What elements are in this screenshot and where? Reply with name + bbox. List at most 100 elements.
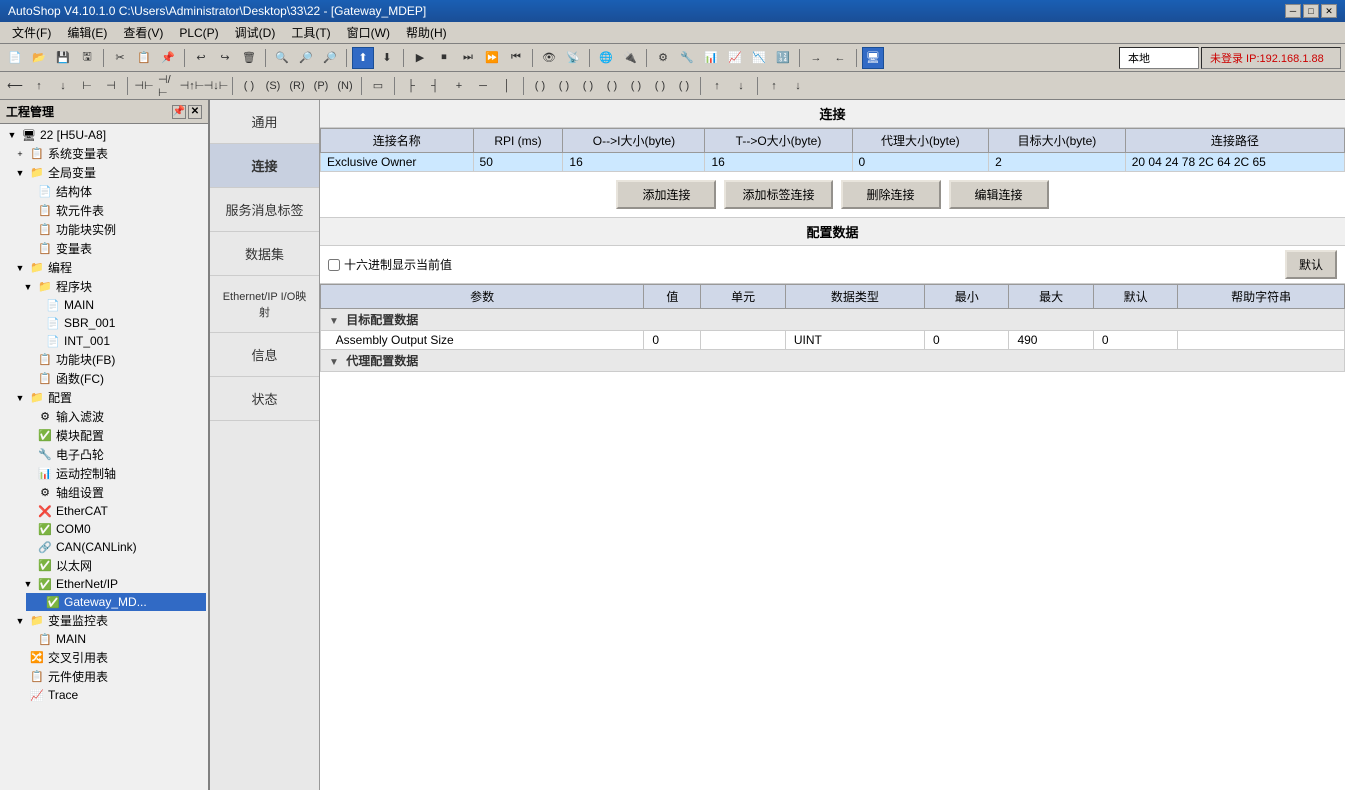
tree-node-struct[interactable]: 📄 结构体 (18, 182, 206, 201)
expand-gateway[interactable] (28, 597, 44, 607)
edit-connection-button[interactable]: 编辑连接 (949, 180, 1049, 209)
expand-softelem[interactable] (20, 206, 36, 216)
tree-node-main[interactable]: 📄 MAIN (26, 296, 206, 314)
tb-find3[interactable]: 🔎 (319, 47, 341, 69)
tree-node-fb[interactable]: 📋 功能块(FB) (18, 350, 206, 369)
tree-node-config[interactable]: ▼ 📁 配置 (10, 388, 206, 407)
tb-config[interactable]: ⚙ (652, 47, 674, 69)
expand-elemuse[interactable] (12, 672, 28, 682)
expand-trace[interactable] (12, 690, 28, 700)
tb2-special7[interactable]: ( ) (673, 75, 695, 97)
tb-save2[interactable]: 🖫 (76, 47, 98, 69)
tb2-special5[interactable]: ( ) (625, 75, 647, 97)
expand-fb[interactable] (20, 355, 36, 365)
tb-download[interactable]: ⬇ (376, 47, 398, 69)
table-row[interactable]: Exclusive Owner 50 16 16 0 2 20 04 24 78… (321, 153, 1345, 172)
tb2-special3[interactable]: ( ) (577, 75, 599, 97)
expand-inputfilter[interactable] (20, 412, 36, 422)
tree-node-progblock[interactable]: ▼ 📁 程序块 (18, 277, 206, 296)
menu-tools[interactable]: 工具(T) (283, 22, 338, 43)
tree-node-inputfilter[interactable]: ⚙ 输入滤波 (18, 407, 206, 426)
add-connection-button[interactable]: 添加连接 (616, 180, 716, 209)
menu-file[interactable]: 文件(F) (4, 22, 59, 43)
expand-fc[interactable] (20, 374, 36, 384)
nav-info[interactable]: 信息 (210, 333, 319, 377)
tb-new[interactable]: 📄 (4, 47, 26, 69)
tree-node-root[interactable]: ▼ 🖥 22 [H5U-A8] (2, 126, 206, 144)
tb-config5[interactable]: 📉 (748, 47, 770, 69)
close-button[interactable]: ✕ (1321, 4, 1337, 18)
tb2-h2[interactable]: ┤ (424, 75, 446, 97)
nav-status[interactable]: 状态 (210, 377, 319, 421)
collapse-target[interactable]: ▼ (329, 316, 339, 327)
tree-node-int001[interactable]: 📄 INT_001 (26, 332, 206, 350)
menu-edit[interactable]: 编辑(E) (59, 22, 115, 43)
expand-funcblock-inst[interactable] (20, 225, 36, 235)
tree-node-crossref[interactable]: 🔀 交叉引用表 (10, 648, 206, 667)
tb-step3[interactable]: ⏮ (505, 47, 527, 69)
tb-run[interactable]: ▶ (409, 47, 431, 69)
expand-progblock[interactable]: ▼ (20, 282, 36, 292)
tb2-5[interactable]: ⊣ (100, 75, 122, 97)
expand-prog[interactable]: ▼ (12, 263, 28, 273)
tb2-h5[interactable]: │ (496, 75, 518, 97)
tb2-h4[interactable]: ─ (472, 75, 494, 97)
expand-moduleconfig[interactable] (20, 431, 36, 441)
tb2-box[interactable]: ▭ (367, 75, 389, 97)
tb2-special4[interactable]: ( ) (601, 75, 623, 97)
panel-close[interactable]: ✕ (188, 105, 202, 119)
tb2-3[interactable]: ↓ (52, 75, 74, 97)
tb2-h1[interactable]: ├ (400, 75, 422, 97)
expand-vartable[interactable] (20, 244, 36, 254)
nav-connection[interactable]: 连接 (210, 144, 319, 188)
tb2-out1[interactable]: ( ) (238, 75, 260, 97)
tree-node-can[interactable]: 🔗 CAN(CANLink) (18, 538, 206, 556)
tree-node-motion[interactable]: 📊 运动控制轴 (18, 464, 206, 483)
tb-open[interactable]: 📂 (28, 47, 50, 69)
menu-window[interactable]: 窗口(W) (339, 22, 398, 43)
menu-view[interactable]: 查看(V) (115, 22, 171, 43)
tb2-out3[interactable]: (R) (286, 75, 308, 97)
expand-globalvar[interactable]: ▼ (12, 168, 28, 178)
tb-find[interactable]: 🔍 (271, 47, 293, 69)
nav-dataset[interactable]: 数据集 (210, 232, 319, 276)
expand-varmonitor[interactable]: ▼ (12, 616, 28, 626)
tree-node-mainmonitor[interactable]: 📋 MAIN (18, 630, 206, 648)
expand-struct[interactable] (20, 187, 36, 197)
tb2-arrow-u[interactable]: ↑ (763, 75, 785, 97)
tb-config2[interactable]: 🔧 (676, 47, 698, 69)
menu-plc[interactable]: PLC(P) (171, 24, 226, 42)
expand-root[interactable]: ▼ (4, 130, 20, 140)
menu-debug[interactable]: 调试(D) (227, 22, 284, 43)
expand-sysvar[interactable]: + (12, 149, 28, 159)
tb2-out2[interactable]: (S) (262, 75, 284, 97)
tb2-4[interactable]: ⊢ (76, 75, 98, 97)
expand-sbr001[interactable] (28, 318, 44, 328)
tb-monitor[interactable]: 👁 (538, 47, 560, 69)
tb-config3[interactable]: 📊 (700, 47, 722, 69)
tree-node-moduleconfig[interactable]: ✅ 模块配置 (18, 426, 206, 445)
tree-node-ethernet[interactable]: ✅ 以太网 (18, 556, 206, 575)
tb-offline[interactable]: 🔌 (619, 47, 641, 69)
tree-node-ecam[interactable]: 🔧 电子凸轮 (18, 445, 206, 464)
expand-crossref[interactable] (12, 653, 28, 663)
tb2-out4[interactable]: (P) (310, 75, 332, 97)
tb2-out5[interactable]: (N) (334, 75, 356, 97)
tree-node-gateway[interactable]: ✅ Gateway_MD... (26, 593, 206, 611)
tb-online[interactable]: 🌐 (595, 47, 617, 69)
tree-node-globalvar[interactable]: ▼ 📁 全局变量 (10, 163, 206, 182)
tree-node-ethernetip[interactable]: ▼ ✅ EtherNet/IP (18, 575, 206, 593)
tree-node-com0[interactable]: ✅ COM0 (18, 520, 206, 538)
tb-screen[interactable]: 🖥 (862, 47, 884, 69)
tb-save[interactable]: 💾 (52, 47, 74, 69)
tb2-up[interactable]: ↑ (706, 75, 728, 97)
tb2-coil4[interactable]: ⊣↓⊢ (205, 75, 227, 97)
menu-help[interactable]: 帮助(H) (398, 22, 455, 43)
tb2-special1[interactable]: ( ) (529, 75, 551, 97)
tb-arrow-left[interactable]: ← (829, 47, 851, 69)
tree-node-softelem[interactable]: 📋 软元件表 (18, 201, 206, 220)
expand-ecam[interactable] (20, 450, 36, 460)
tree-node-ethercat[interactable]: ❌ EtherCAT (18, 502, 206, 520)
tree-node-trace[interactable]: 📈 Trace (10, 686, 206, 704)
tb2-special6[interactable]: ( ) (649, 75, 671, 97)
